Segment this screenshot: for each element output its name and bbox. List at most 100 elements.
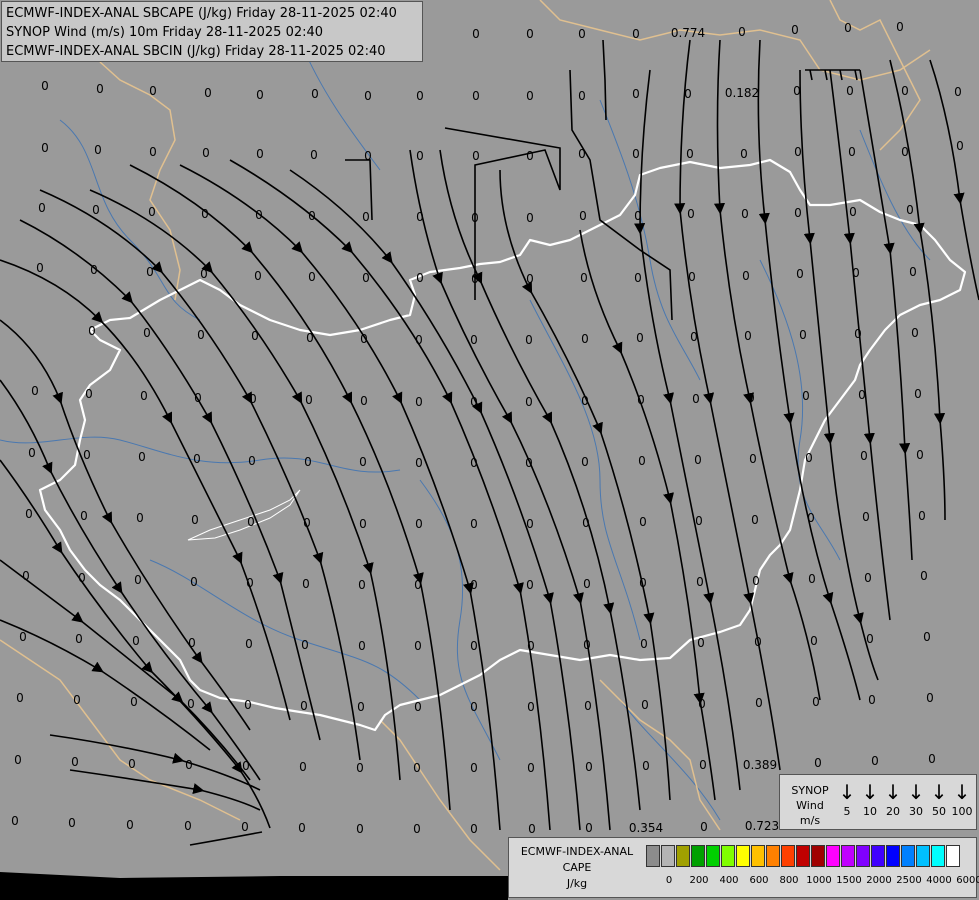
cin-value-label: 0 <box>526 517 534 531</box>
cin-value-label: 0 <box>906 203 914 217</box>
cin-value-label: 0 <box>128 757 136 771</box>
cin-value-label: 0 <box>920 569 928 583</box>
cin-value-label: 0 <box>19 630 27 644</box>
cape-color-swatch <box>796 845 810 867</box>
cin-value-label: 0 <box>471 272 479 286</box>
cape-tick-label: 400 <box>719 875 739 886</box>
cape-tick-label: 200 <box>689 875 709 886</box>
cin-value-label: 0 <box>472 149 480 163</box>
cin-value-label: 0 <box>909 265 917 279</box>
cin-value-label: 0 <box>416 89 424 103</box>
cin-value-label: 0 <box>472 89 480 103</box>
cin-value-label: 0 <box>302 577 310 591</box>
cin-value-label: 0 <box>41 141 49 155</box>
cin-value-label: 0 <box>301 638 309 652</box>
wind-arrow-icon: ↓ <box>838 780 856 804</box>
cin-value-label: 0 <box>188 636 196 650</box>
cin-value-label: 0 <box>854 327 862 341</box>
cin-value-label: 0 <box>581 332 589 346</box>
cin-value-label: 0 <box>185 758 193 772</box>
wind-arrow-icon: ↓ <box>907 780 925 804</box>
cin-value-label: 0 <box>579 209 587 223</box>
cin-value-label: 0 <box>749 452 757 466</box>
cin-value-label: 0 <box>68 816 76 830</box>
cin-value-label: 0 <box>360 332 368 346</box>
cin-value-label: 0 <box>916 448 924 462</box>
cin-value-label: 0.354 <box>629 821 663 835</box>
cape-color-swatch <box>811 845 825 867</box>
cin-value-label: 0 <box>918 509 926 523</box>
cin-value-label: 0 <box>526 149 534 163</box>
cin-value-label: 0 <box>305 393 313 407</box>
cin-value-label: 0 <box>799 328 807 342</box>
cin-value-label: 0 <box>471 211 479 225</box>
cin-value-label: 0.182 <box>725 86 759 100</box>
cape-color-swatch <box>706 845 720 867</box>
wind-legend-item: ↓ 30 <box>905 779 927 819</box>
cin-value-label: 0 <box>28 446 36 460</box>
cin-value-label: 0 <box>204 86 212 100</box>
cin-value-label: 0 <box>525 395 533 409</box>
cin-value-label: 0 <box>740 147 748 161</box>
cin-value-label: 0 <box>415 517 423 531</box>
cin-value-label: 0 <box>755 696 763 710</box>
cin-value-label: 0 <box>862 510 870 524</box>
cape-tick-label: 6000 <box>956 875 979 886</box>
cin-value-label: 0 <box>92 203 100 217</box>
cin-value-label: 0 <box>641 698 649 712</box>
cin-value-label: 0 <box>359 517 367 531</box>
cin-value-label: 0 <box>868 693 876 707</box>
cin-value-label: 0 <box>310 148 318 162</box>
wind-arrow-icon: ↓ <box>953 780 971 804</box>
cape-color-swatch <box>826 845 840 867</box>
cin-value-label: 0 <box>254 269 262 283</box>
cin-value-label: 0 <box>632 87 640 101</box>
cape-color-swatch <box>781 845 795 867</box>
cin-value-label: 0 <box>413 761 421 775</box>
cin-value-label: 0 <box>413 822 421 836</box>
cin-value-label: 0 <box>11 814 19 828</box>
cin-value-label: 0 <box>525 456 533 470</box>
cape-tick-label: 1000 <box>806 875 832 886</box>
cin-value-label: 0 <box>416 210 424 224</box>
cin-value-label: 0 <box>585 760 593 774</box>
cin-value-label: 0 <box>796 267 804 281</box>
cin-value-label: 0 <box>359 455 367 469</box>
cape-legend: ECMWF-INDEX-ANAL CAPE J/kg 0 200 400 600 800… <box>508 837 979 898</box>
cin-value-label: 0 <box>364 89 372 103</box>
cin-value-label: 0 <box>814 756 822 770</box>
cin-value-label: 0 <box>752 574 760 588</box>
wind-legend-item: ↓ 5 <box>836 779 858 819</box>
cin-value-label: 0 <box>794 145 802 159</box>
cin-value-label: 0 <box>193 452 201 466</box>
cin-value-label: 0 <box>126 818 134 832</box>
cape-tick-label: 2500 <box>896 875 922 886</box>
cin-value-label: 0 <box>526 578 534 592</box>
cin-value-label: 0 <box>146 265 154 279</box>
cin-value-label: 0 <box>695 514 703 528</box>
cin-value-label: 0 <box>527 761 535 775</box>
cin-value-label: 0 <box>358 639 366 653</box>
cin-value-label: 0 <box>688 270 696 284</box>
cin-value-label: 0 <box>41 79 49 93</box>
cin-value-label: 0 <box>526 211 534 225</box>
cin-value-label: 0 <box>860 449 868 463</box>
cin-value-label: 0 <box>38 201 46 215</box>
cin-value-label: 0 <box>793 84 801 98</box>
wind-arrow-icon: ↓ <box>884 780 902 804</box>
cin-value-label: 0 <box>638 454 646 468</box>
cin-value-label: 0 <box>636 331 644 345</box>
cin-value-label: 0 <box>197 328 205 342</box>
cin-value-label: 0 <box>245 637 253 651</box>
cin-value-label: 0 <box>132 634 140 648</box>
cin-value-label: 0 <box>697 636 705 650</box>
cin-value-label: 0 <box>582 516 590 530</box>
cin-value-label: 0 <box>303 516 311 530</box>
cin-value-label: 0 <box>308 209 316 223</box>
cin-value-label: 0 <box>244 698 252 712</box>
cin-value-label: 0.774 <box>671 26 705 40</box>
cin-value-label: 0 <box>690 330 698 344</box>
cin-value-label: 0 <box>414 700 422 714</box>
cin-value-label: 0 <box>138 450 146 464</box>
cin-value-label: 0 <box>248 454 256 468</box>
